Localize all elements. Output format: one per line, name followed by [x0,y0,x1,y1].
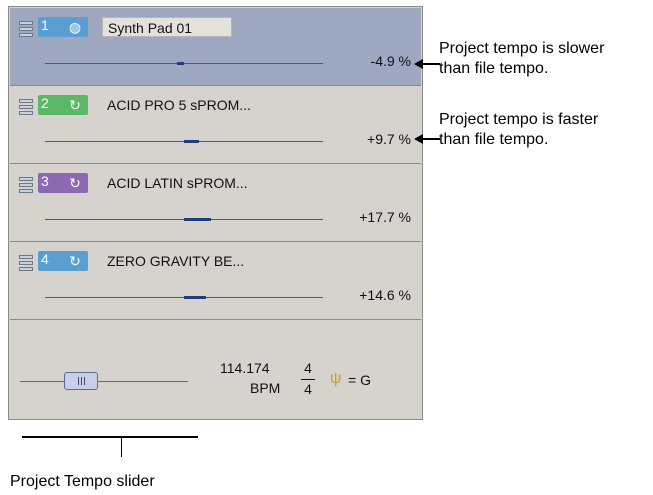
tempo-unit: BPM [250,380,281,396]
tempo-slider-thumb[interactable] [64,372,98,390]
slider-callout-label: Project Tempo slider [10,473,155,490]
track-number-badge: 3 ↻ [38,173,88,193]
callout-slower-line1: Project tempo is slower [439,40,605,57]
tempo-percent: +9.7 % [367,131,411,147]
tuning-fork-icon[interactable]: ψ [330,370,341,388]
time-signature-top[interactable]: 4 [301,360,315,376]
slider-bracket [22,436,198,438]
track-menu-icon[interactable] [19,99,33,115]
pitch-offset-marker [184,296,206,299]
tempo-percent: +17.7 % [359,209,411,225]
pitch-offset-marker [184,140,199,143]
track-number: 1 [41,17,49,33]
tempo-dial-icon: ◍ [68,19,82,35]
track-row-4[interactable]: 4 ↻ ZERO GRAVITY BE... +14.6 % [10,242,421,320]
pitch-offset-marker [177,62,184,65]
callout-faster-line1: Project tempo is faster [439,111,599,128]
callout-slower: Project tempo is slower than file tempo. [439,39,604,79]
track-row-3[interactable]: 3 ↻ ACID LATIN sPROM... +17.7 % [10,164,421,242]
track-name-field[interactable]: Synth Pad 01 [102,17,232,37]
time-signature-bottom[interactable]: 4 [301,381,315,397]
track-menu-icon[interactable] [19,255,33,271]
track-menu-icon[interactable] [19,177,33,193]
track-number: 4 [41,251,49,267]
slider-bracket-tick [121,437,122,457]
track-list-panel: 1 ◍ Synth Pad 01 -4.9 % 2 ↻ ACID PRO 5 s… [8,6,423,420]
loop-icon: ↻ [69,97,81,113]
track-number-badge: 2 ↻ [38,95,88,115]
track-number: 3 [41,173,49,189]
track-menu-icon[interactable] [19,21,33,37]
track-row-2[interactable]: 2 ↻ ACID PRO 5 sPROM... +9.7 % [10,86,421,164]
project-key[interactable]: = G [348,372,371,388]
time-signature-divider [301,379,315,380]
tempo-percent: +14.6 % [359,287,411,303]
track-name: ACID LATIN sPROM... [107,175,248,191]
loop-icon: ↻ [69,253,81,269]
pitch-offset-marker [184,218,211,221]
track-number: 2 [41,95,49,111]
tempo-value[interactable]: 114.174 [220,360,270,376]
callout-faster: Project tempo is faster than file tempo. [439,110,598,150]
tempo-slider-track[interactable] [20,381,188,382]
callout-faster-line2: than file tempo. [439,131,549,148]
callout-slower-arrow [414,59,440,69]
tempo-percent: -4.9 % [370,53,411,69]
callout-faster-arrow [414,134,440,144]
track-row-1[interactable]: 1 ◍ Synth Pad 01 -4.9 % [10,8,421,86]
track-name: ACID PRO 5 sPROM... [107,97,251,113]
callout-slower-line2: than file tempo. [439,60,549,77]
pitch-offset-track [45,63,323,64]
track-number-badge: 1 ◍ [38,17,88,37]
track-name: ZERO GRAVITY BE... [107,253,245,269]
loop-icon: ↻ [69,175,81,191]
track-number-badge: 4 ↻ [38,251,88,271]
